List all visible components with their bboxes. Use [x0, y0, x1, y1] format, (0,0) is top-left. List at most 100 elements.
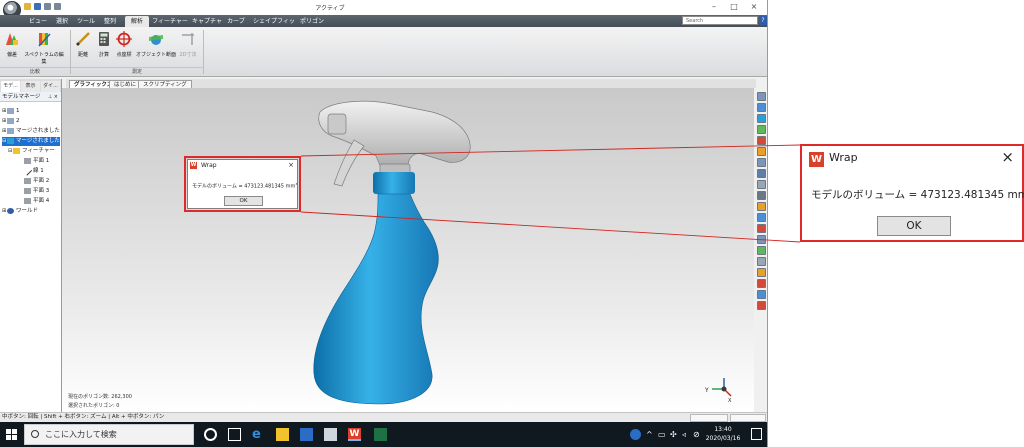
edge-browser-icon[interactable]: e	[252, 428, 265, 441]
view-tool-icon[interactable]	[757, 268, 766, 277]
action-center-icon[interactable]	[751, 428, 762, 440]
view-tool-icon[interactable]	[757, 191, 766, 200]
ribbon-tab-bar: ビュー 選択 ツール 整列 解析 フィーチャー キャプチャ カーブ シェイプフィ…	[0, 15, 767, 36]
tree-item[interactable]: 平面 3	[24, 187, 49, 196]
tree-item[interactable]: 平面 4	[24, 197, 49, 206]
taskbar-search-input[interactable]: ここに入力して検索	[24, 424, 194, 445]
zoomed-dialog-close-button[interactable]: ×	[1001, 148, 1014, 166]
view-tool-icon[interactable]	[757, 290, 766, 299]
cortana-icon[interactable]	[204, 428, 217, 441]
deviation-button[interactable]: 偏差	[3, 31, 21, 58]
redo-icon[interactable]	[54, 3, 61, 10]
panel-header: モデルマネージ ⊥ ×	[0, 92, 61, 102]
line-icon	[22, 165, 33, 176]
view-tool-icon[interactable]	[757, 224, 766, 233]
view-tool-icon[interactable]	[757, 169, 766, 178]
taskbar-clock[interactable]: 13:40 2020/03/16	[703, 425, 743, 443]
tree-item[interactable]: ⊞ ワールド	[2, 207, 38, 216]
spectrum-edit-icon	[38, 33, 51, 47]
view-tool-icon[interactable]	[757, 158, 766, 167]
windows-start-icon[interactable]	[6, 429, 17, 440]
notification-icon[interactable]: ⊘	[693, 430, 700, 439]
spectrum-edit-button[interactable]: スペクトラムの編集	[24, 31, 64, 65]
view-tool-icon[interactable]	[757, 92, 766, 101]
close-window-button[interactable]: ×	[744, 0, 764, 13]
open-folder-icon[interactable]	[24, 3, 31, 10]
point-coordinate-button[interactable]: 点座標	[115, 31, 133, 58]
view-tool-icon[interactable]	[757, 279, 766, 288]
ribbon-group-measure: 測定	[71, 67, 203, 76]
minimize-button[interactable]: –	[704, 0, 724, 13]
ribbon-search-input[interactable]: Search	[682, 16, 758, 25]
task-view-icon[interactable]	[228, 428, 241, 441]
excel-icon[interactable]	[374, 428, 387, 441]
window-title: アクティブ	[315, 5, 345, 12]
tab-scripting[interactable]: スクリプティング	[138, 80, 192, 88]
wrap-app-icon[interactable]: W	[348, 428, 361, 441]
tree-item[interactable]: 線 1	[22, 165, 44, 176]
tab-shape-fit[interactable]: シェイプフィット	[252, 16, 296, 36]
zoomed-dialog-title: Wrap	[829, 151, 858, 164]
view-tool-icon[interactable]	[757, 213, 766, 222]
tab-analysis[interactable]: 解析	[125, 16, 149, 27]
tree-item-selected[interactable]: ⊟ マージされました	[2, 137, 60, 146]
tab-align[interactable]: 整列	[100, 16, 120, 27]
tab-features[interactable]: フィーチャー	[152, 16, 188, 27]
tab-model-manager[interactable]: モデ...	[1, 81, 20, 92]
calculate-button[interactable]: 計算	[95, 31, 113, 58]
tab-curves[interactable]: カーブ	[226, 16, 246, 27]
ok-button[interactable]: OK	[224, 196, 263, 206]
view-tool-icon[interactable]	[757, 301, 766, 310]
view-tool-icon[interactable]	[757, 202, 766, 211]
undo-icon[interactable]	[44, 3, 51, 10]
2d-dimension-button[interactable]: 2D寸法	[178, 31, 198, 58]
spray-bottle-model[interactable]	[62, 88, 754, 412]
object-section-icon	[149, 35, 163, 45]
file-explorer-icon[interactable]	[276, 428, 289, 441]
view-tool-icon[interactable]	[757, 136, 766, 145]
tab-select[interactable]: 選択	[52, 16, 72, 27]
view-tool-icon[interactable]	[757, 103, 766, 112]
view-tool-icon[interactable]	[757, 147, 766, 156]
tray-chevron-icon[interactable]: ^	[646, 430, 653, 439]
tree-item[interactable]: ⊞ 2	[2, 117, 20, 126]
calculate-icon	[99, 32, 109, 46]
tab-tools[interactable]: ツール	[76, 16, 96, 27]
network-icon[interactable]: ▭	[658, 430, 666, 439]
graphics-viewport[interactable]: 現在のポリゴン数: 262,300 選択されたポリゴン: 0 Y X	[62, 88, 754, 412]
tab-display[interactable]: 表示	[21, 81, 40, 92]
deviation-icon	[6, 33, 18, 45]
distance-button[interactable]: 距離	[74, 31, 92, 58]
help-tray-icon[interactable]	[630, 429, 641, 440]
view-tool-icon[interactable]	[757, 125, 766, 134]
tab-polygons[interactable]: ポリゴン	[300, 16, 324, 27]
dialog-close-button[interactable]: ×	[288, 160, 294, 171]
polygon-object-icon	[7, 127, 14, 134]
view-tool-icon[interactable]	[757, 257, 766, 266]
tree-item[interactable]: ⊞ マージされました	[2, 127, 60, 136]
tree-item[interactable]: 平面 1	[24, 157, 49, 166]
zoomed-ok-button[interactable]: OK	[877, 216, 951, 236]
view-tool-icon[interactable]	[757, 180, 766, 189]
help-icon[interactable]: ?	[759, 16, 767, 25]
tab-dialog[interactable]: ダイ...	[41, 81, 60, 92]
tree-item[interactable]: ⊟ フィーチャー	[8, 147, 55, 156]
store-icon[interactable]	[300, 428, 313, 441]
tab-capture[interactable]: キャプチャ	[192, 16, 222, 27]
view-tool-icon[interactable]	[757, 235, 766, 244]
view-tool-icon[interactable]	[757, 246, 766, 255]
save-icon[interactable]	[34, 3, 41, 10]
mail-icon[interactable]	[324, 428, 337, 441]
tab-view[interactable]: ビュー	[28, 16, 48, 27]
mic-icon[interactable]: ✣	[670, 430, 677, 439]
object-section-button[interactable]: オブジェクト断面	[136, 31, 176, 58]
tree-item[interactable]: ⊞ 1	[2, 107, 20, 116]
view-tool-icon[interactable]	[757, 114, 766, 123]
tree-item[interactable]: 平面 2	[24, 177, 49, 186]
tab-getting-started[interactable]: はじめに	[109, 80, 142, 88]
volume-icon[interactable]: ◃	[682, 430, 686, 439]
object-section-label: オブジェクト断面	[136, 52, 177, 58]
maximize-button[interactable]: □	[724, 0, 744, 13]
volume-message: モデルのボリューム = 473123.481345 mm3	[192, 182, 298, 190]
pin-icon[interactable]: ⊥ ×	[48, 92, 58, 102]
